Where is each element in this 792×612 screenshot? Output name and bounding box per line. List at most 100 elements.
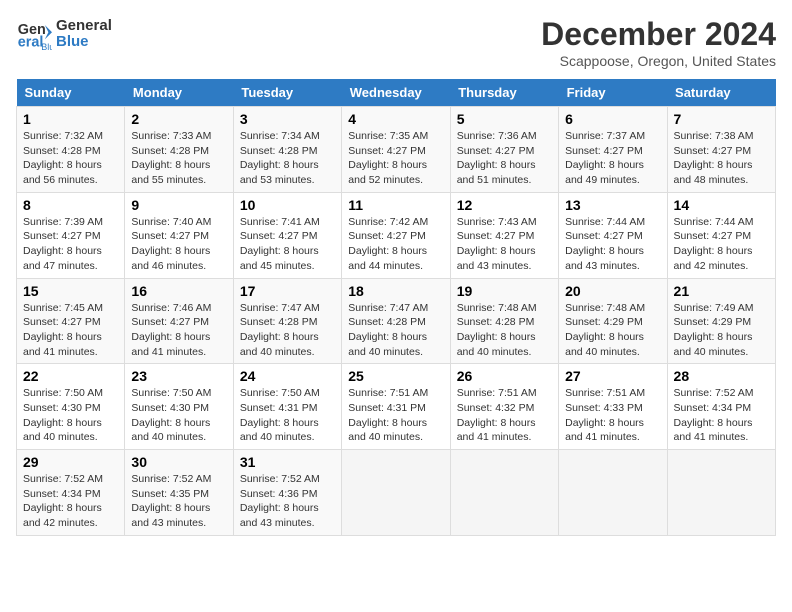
calendar-cell: 12 Sunrise: 7:43 AMSunset: 4:27 PMDayligh… [450, 192, 558, 278]
calendar-cell: 15Sunrise: 7:45 AMSunset: 4:27 PMDayligh… [17, 278, 125, 364]
day-number: 25 [348, 368, 443, 384]
calendar-cell: 11 Sunrise: 7:42 AMSunset: 4:27 PMDayligh… [342, 192, 450, 278]
day-info: Sunrise: 7:38 AMSunset: 4:27 PMDaylight:… [674, 129, 769, 188]
day-info: Sunrise: 7:36 AMSunset: 4:27 PMDaylight:… [457, 129, 552, 188]
calendar-cell: 8 Sunrise: 7:39 AMSunset: 4:27 PMDaylight… [17, 192, 125, 278]
calendar-cell: 30 Sunrise: 7:52 AMSunset: 4:35 PMDayligh… [125, 450, 233, 536]
calendar-cell: 26 Sunrise: 7:51 AMSunset: 4:32 PMDayligh… [450, 364, 558, 450]
calendar-cell [450, 450, 558, 536]
weekday-header-wednesday: Wednesday [342, 79, 450, 107]
calendar-cell [667, 450, 775, 536]
day-number: 8 [23, 197, 118, 213]
day-number: 2 [131, 111, 226, 127]
calendar-month-year: December 2024 [541, 16, 776, 53]
day-info: Sunrise: 7:48 AMSunset: 4:29 PMDaylight:… [565, 301, 660, 360]
day-info: Sunrise: 7:37 AMSunset: 4:27 PMDaylight:… [565, 129, 660, 188]
day-number: 21 [674, 283, 769, 299]
day-info: Sunrise: 7:52 AMSunset: 4:34 PMDaylight:… [23, 472, 118, 531]
day-info: Sunrise: 7:43 AMSunset: 4:27 PMDaylight:… [457, 215, 552, 274]
day-number: 24 [240, 368, 335, 384]
svg-text:Blue: Blue [41, 42, 52, 52]
day-number: 15 [23, 283, 118, 299]
day-info: Sunrise: 7:48 AMSunset: 4:28 PMDaylight:… [457, 301, 552, 360]
day-number: 26 [457, 368, 552, 384]
day-info: Sunrise: 7:46 AMSunset: 4:27 PMDaylight:… [131, 301, 226, 360]
day-number: 30 [131, 454, 226, 470]
day-number: 1 [23, 111, 118, 127]
day-info: Sunrise: 7:52 AMSunset: 4:36 PMDaylight:… [240, 472, 335, 531]
calendar-cell: 16 Sunrise: 7:46 AMSunset: 4:27 PMDayligh… [125, 278, 233, 364]
day-number: 22 [23, 368, 118, 384]
day-number: 13 [565, 197, 660, 213]
day-info: Sunrise: 7:52 AMSunset: 4:35 PMDaylight:… [131, 472, 226, 531]
day-number: 9 [131, 197, 226, 213]
day-number: 16 [131, 283, 226, 299]
calendar-cell: 25Sunrise: 7:51 AMSunset: 4:31 PMDayligh… [342, 364, 450, 450]
day-info: Sunrise: 7:47 AMSunset: 4:28 PMDaylight:… [240, 301, 335, 360]
day-info: Sunrise: 7:34 AMSunset: 4:28 PMDaylight:… [240, 129, 335, 188]
weekday-header-thursday: Thursday [450, 79, 558, 107]
calendar-cell: 27Sunrise: 7:51 AMSunset: 4:33 PMDayligh… [559, 364, 667, 450]
day-number: 4 [348, 111, 443, 127]
calendar-cell: 24 Sunrise: 7:50 AMSunset: 4:31 PMDayligh… [233, 364, 341, 450]
logo: Gen eral Blue General Blue [16, 16, 112, 52]
day-info: Sunrise: 7:50 AMSunset: 4:30 PMDaylight:… [23, 386, 118, 445]
day-info: Sunrise: 7:35 AMSunset: 4:27 PMDaylight:… [348, 129, 443, 188]
calendar-week-5: 29 Sunrise: 7:52 AMSunset: 4:34 PMDayligh… [17, 450, 776, 536]
calendar-week-4: 22 Sunrise: 7:50 AMSunset: 4:30 PMDayligh… [17, 364, 776, 450]
weekday-header-monday: Monday [125, 79, 233, 107]
calendar-title-area: December 2024 Scappoose, Oregon, United … [541, 16, 776, 69]
calendar-week-3: 15Sunrise: 7:45 AMSunset: 4:27 PMDayligh… [17, 278, 776, 364]
calendar-week-2: 8 Sunrise: 7:39 AMSunset: 4:27 PMDaylight… [17, 192, 776, 278]
day-number: 12 [457, 197, 552, 213]
day-info: Sunrise: 7:49 AMSunset: 4:29 PMDaylight:… [674, 301, 769, 360]
day-number: 14 [674, 197, 769, 213]
day-info: Sunrise: 7:33 AMSunset: 4:28 PMDaylight:… [131, 129, 226, 188]
day-number: 11 [348, 197, 443, 213]
weekday-header-friday: Friday [559, 79, 667, 107]
day-number: 31 [240, 454, 335, 470]
day-number: 5 [457, 111, 552, 127]
header: Gen eral Blue General Blue December 2024… [16, 16, 776, 69]
calendar-cell: 13 Sunrise: 7:44 AMSunset: 4:27 PMDayligh… [559, 192, 667, 278]
calendar-cell: 1 Sunrise: 7:32 AMSunset: 4:28 PMDaylight… [17, 107, 125, 193]
calendar-cell [559, 450, 667, 536]
day-info: Sunrise: 7:44 AMSunset: 4:27 PMDaylight:… [674, 215, 769, 274]
calendar-cell: 17Sunrise: 7:47 AMSunset: 4:28 PMDayligh… [233, 278, 341, 364]
day-info: Sunrise: 7:50 AMSunset: 4:31 PMDaylight:… [240, 386, 335, 445]
day-number: 28 [674, 368, 769, 384]
calendar-week-1: 1 Sunrise: 7:32 AMSunset: 4:28 PMDaylight… [17, 107, 776, 193]
day-number: 6 [565, 111, 660, 127]
day-number: 3 [240, 111, 335, 127]
day-number: 29 [23, 454, 118, 470]
day-info: Sunrise: 7:32 AMSunset: 4:28 PMDaylight:… [23, 129, 118, 188]
calendar-cell: 10Sunrise: 7:41 AMSunset: 4:27 PMDayligh… [233, 192, 341, 278]
day-number: 20 [565, 283, 660, 299]
calendar-cell: 3 Sunrise: 7:34 AMSunset: 4:28 PMDaylight… [233, 107, 341, 193]
calendar-cell: 21 Sunrise: 7:49 AMSunset: 4:29 PMDayligh… [667, 278, 775, 364]
day-info: Sunrise: 7:42 AMSunset: 4:27 PMDaylight:… [348, 215, 443, 274]
calendar-cell: 2 Sunrise: 7:33 AMSunset: 4:28 PMDaylight… [125, 107, 233, 193]
calendar-table: SundayMondayTuesdayWednesdayThursdayFrid… [16, 79, 776, 536]
day-info: Sunrise: 7:50 AMSunset: 4:30 PMDaylight:… [131, 386, 226, 445]
calendar-cell [342, 450, 450, 536]
day-number: 18 [348, 283, 443, 299]
day-info: Sunrise: 7:40 AMSunset: 4:27 PMDaylight:… [131, 215, 226, 274]
calendar-cell: 14 Sunrise: 7:44 AMSunset: 4:27 PMDayligh… [667, 192, 775, 278]
calendar-cell: 19 Sunrise: 7:48 AMSunset: 4:28 PMDayligh… [450, 278, 558, 364]
weekday-header-sunday: Sunday [17, 79, 125, 107]
day-number: 7 [674, 111, 769, 127]
calendar-cell: 29 Sunrise: 7:52 AMSunset: 4:34 PMDayligh… [17, 450, 125, 536]
day-info: Sunrise: 7:44 AMSunset: 4:27 PMDaylight:… [565, 215, 660, 274]
day-number: 27 [565, 368, 660, 384]
day-info: Sunrise: 7:51 AMSunset: 4:32 PMDaylight:… [457, 386, 552, 445]
calendar-cell: 22 Sunrise: 7:50 AMSunset: 4:30 PMDayligh… [17, 364, 125, 450]
day-info: Sunrise: 7:39 AMSunset: 4:27 PMDaylight:… [23, 215, 118, 274]
calendar-cell: 20 Sunrise: 7:48 AMSunset: 4:29 PMDayligh… [559, 278, 667, 364]
calendar-cell: 4 Sunrise: 7:35 AMSunset: 4:27 PMDaylight… [342, 107, 450, 193]
day-number: 10 [240, 197, 335, 213]
weekday-header-tuesday: Tuesday [233, 79, 341, 107]
day-number: 19 [457, 283, 552, 299]
day-number: 23 [131, 368, 226, 384]
calendar-cell: 31 Sunrise: 7:52 AMSunset: 4:36 PMDayligh… [233, 450, 341, 536]
